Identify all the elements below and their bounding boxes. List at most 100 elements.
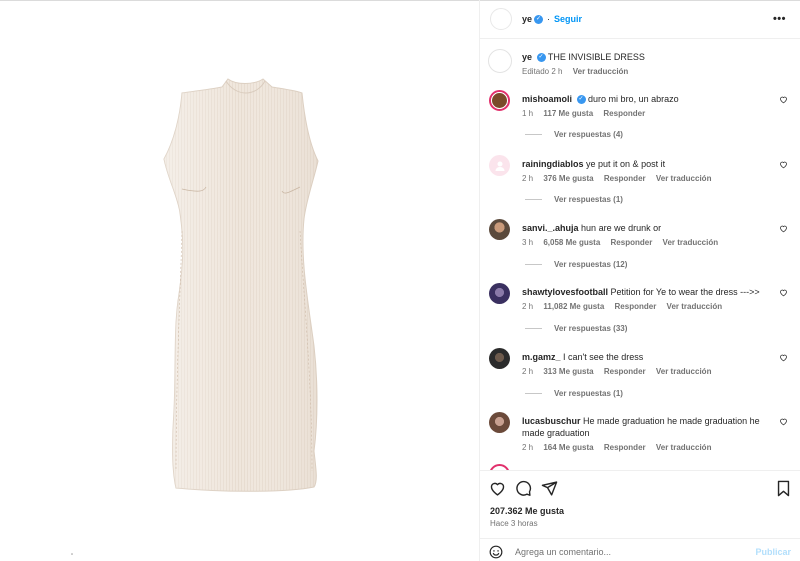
- verified-badge-icon: ✓: [536, 53, 546, 63]
- comment-time: 1 h: [522, 109, 534, 118]
- header-info: ye ✓ · Seguir: [522, 14, 582, 24]
- share-send-icon[interactable]: [541, 480, 558, 497]
- caption-body: ye ✓ THE INVISIBLE DRESS Editado 2 h Ver…: [522, 51, 645, 76]
- comment-time: 2 h: [522, 367, 534, 376]
- caption: ye ✓ THE INVISIBLE DRESS Editado 2 h Ver…: [488, 49, 645, 76]
- heart-icon[interactable]: [779, 353, 788, 362]
- view-replies-button[interactable]: Ver respuestas (1): [525, 389, 623, 398]
- heart-icon[interactable]: [779, 417, 788, 426]
- comment-text-line: mishoamoli ✓ duro mi bro, un abrazo: [522, 93, 777, 105]
- comment-text: ye put it on & post it: [586, 159, 666, 169]
- comment-text: duro mi bro, un abrazo: [588, 94, 679, 104]
- translate-link[interactable]: Ver traducción: [667, 302, 723, 311]
- caption-author-avatar[interactable]: [488, 49, 512, 73]
- add-comment-bar: Agrega un comentario... Publicar: [480, 538, 800, 561]
- comment-likes[interactable]: 313 Me gusta: [543, 367, 593, 376]
- post-header: ye ✓ · Seguir •••: [480, 0, 800, 39]
- author-username[interactable]: ye: [522, 14, 532, 24]
- comment-text-line: lucasbuschur He made graduation he made …: [522, 415, 777, 439]
- translate-link[interactable]: Ver traducción: [656, 443, 712, 452]
- follow-button[interactable]: Seguir: [554, 14, 582, 24]
- heart-icon[interactable]: [779, 95, 788, 104]
- likes-count[interactable]: 207.362 Me gusta: [490, 506, 564, 516]
- comment-likes[interactable]: 376 Me gusta: [543, 174, 593, 183]
- translate-link[interactable]: Ver traducción: [656, 367, 712, 376]
- caption-meta: Editado 2 h Ver traducción: [522, 67, 645, 76]
- reply-button[interactable]: Responder: [603, 109, 645, 118]
- reply-button[interactable]: Responder: [611, 238, 653, 247]
- comment-username[interactable]: rainingdiablos: [522, 159, 584, 169]
- comment-time: 2 h: [522, 443, 534, 452]
- comment-time: 3 h: [522, 238, 534, 247]
- comments-panel: ye ✓ · Seguir ••• ye ✓ THE INVISIBLE DRE…: [480, 0, 800, 561]
- comment-avatar[interactable]: [489, 412, 510, 433]
- comment-avatar[interactable]: [489, 283, 510, 304]
- post-time: Hace 3 horas: [490, 519, 538, 528]
- verified-badge-icon: ✓: [534, 14, 544, 24]
- translate-link[interactable]: Ver traducción: [656, 174, 712, 183]
- reply-button[interactable]: Responder: [615, 302, 657, 311]
- view-replies-label: Ver respuestas (12): [554, 260, 628, 269]
- comment-text: I can't see the dress: [563, 352, 644, 362]
- reply-button[interactable]: Responder: [604, 443, 646, 452]
- comment-avatar[interactable]: [489, 90, 510, 111]
- view-replies-button[interactable]: Ver respuestas (1): [525, 195, 623, 204]
- comment-bubble-icon[interactable]: [515, 480, 532, 497]
- comment-avatar[interactable]: [489, 219, 510, 240]
- comment-username[interactable]: shawtylovesfootball: [522, 287, 608, 297]
- comment-text: hun are we drunk or: [581, 223, 662, 233]
- heart-icon[interactable]: [779, 288, 788, 297]
- reply-button[interactable]: Responder: [604, 367, 646, 376]
- dress-illustration: [71, 78, 319, 555]
- more-options-icon[interactable]: •••: [773, 13, 786, 25]
- caption-time: 2 h: [551, 67, 563, 76]
- comment-username[interactable]: mishoamoli: [522, 94, 572, 104]
- emoji-smile-icon[interactable]: [489, 545, 503, 559]
- caption-username[interactable]: ye: [522, 52, 532, 62]
- comment-text-line: rainingdiablos ye put it on & post it: [522, 158, 777, 170]
- caption-translate-link[interactable]: Ver traducción: [573, 67, 629, 76]
- comment-likes[interactable]: 164 Me gusta: [543, 443, 593, 452]
- translate-link[interactable]: Ver traducción: [663, 238, 719, 247]
- comment-meta: 2 h 313 Me gusta Responder Ver traducció…: [522, 367, 711, 376]
- view-replies-label: Ver respuestas (1): [554, 389, 623, 398]
- comment-text-line: shawtylovesfootball Petition for Ye to w…: [522, 286, 777, 298]
- view-replies-label: Ver respuestas (1): [554, 195, 623, 204]
- comment-username[interactable]: m.gamz_: [522, 352, 561, 362]
- reply-button[interactable]: Responder: [604, 174, 646, 183]
- comment-text-line: m.gamz_ I can't see the dress: [522, 351, 777, 363]
- comment-avatar[interactable]: [489, 348, 510, 369]
- comment-time: 2 h: [522, 174, 534, 183]
- view-replies-label: Ver respuestas (4): [554, 130, 623, 139]
- comment-meta: 1 h 117 Me gusta Responder: [522, 109, 645, 118]
- separator-dot: ·: [547, 14, 551, 24]
- comment-username[interactable]: lucasbuschur: [522, 416, 581, 426]
- comment-meta: 2 h 164 Me gusta Responder Ver traducció…: [522, 443, 711, 452]
- bookmark-icon[interactable]: [776, 480, 791, 497]
- view-replies-label: Ver respuestas (33): [554, 324, 628, 333]
- comment-avatar[interactable]: [489, 155, 510, 176]
- comment-likes[interactable]: 117 Me gusta: [543, 109, 593, 118]
- view-replies-button[interactable]: Ver respuestas (4): [525, 130, 623, 139]
- heart-icon[interactable]: [779, 160, 788, 169]
- comment-username[interactable]: sanvi._.ahuja: [522, 223, 579, 233]
- comment-likes[interactable]: 6,058 Me gusta: [543, 238, 600, 247]
- comment-text-line: sanvi._.ahuja hun are we drunk or: [522, 222, 777, 234]
- view-replies-button[interactable]: Ver respuestas (12): [525, 260, 627, 269]
- author-avatar[interactable]: [490, 8, 512, 30]
- like-heart-icon[interactable]: [489, 480, 506, 497]
- caption-text: THE INVISIBLE DRESS: [547, 52, 645, 62]
- action-bar: 207.362 Me gusta Hace 3 horas: [480, 470, 800, 538]
- comments-list[interactable]: ye ✓ THE INVISIBLE DRESS Editado 2 h Ver…: [480, 40, 800, 470]
- comment-likes[interactable]: 11,082 Me gusta: [543, 302, 604, 311]
- comment-meta: 2 h 11,082 Me gusta Responder Ver traduc…: [522, 302, 722, 311]
- post-image[interactable]: [0, 1, 479, 561]
- comment-text: Petition for Ye to wear the dress --->>: [610, 287, 760, 297]
- comment-input[interactable]: Agrega un comentario...: [515, 547, 611, 557]
- comment-time: 2 h: [522, 302, 534, 311]
- view-replies-button[interactable]: Ver respuestas (33): [525, 324, 627, 333]
- publish-button[interactable]: Publicar: [755, 547, 791, 557]
- comment-meta: 2 h 376 Me gusta Responder Ver traducció…: [522, 174, 711, 183]
- comment-meta: 3 h 6,058 Me gusta Responder Ver traducc…: [522, 238, 718, 247]
- heart-icon[interactable]: [779, 224, 788, 233]
